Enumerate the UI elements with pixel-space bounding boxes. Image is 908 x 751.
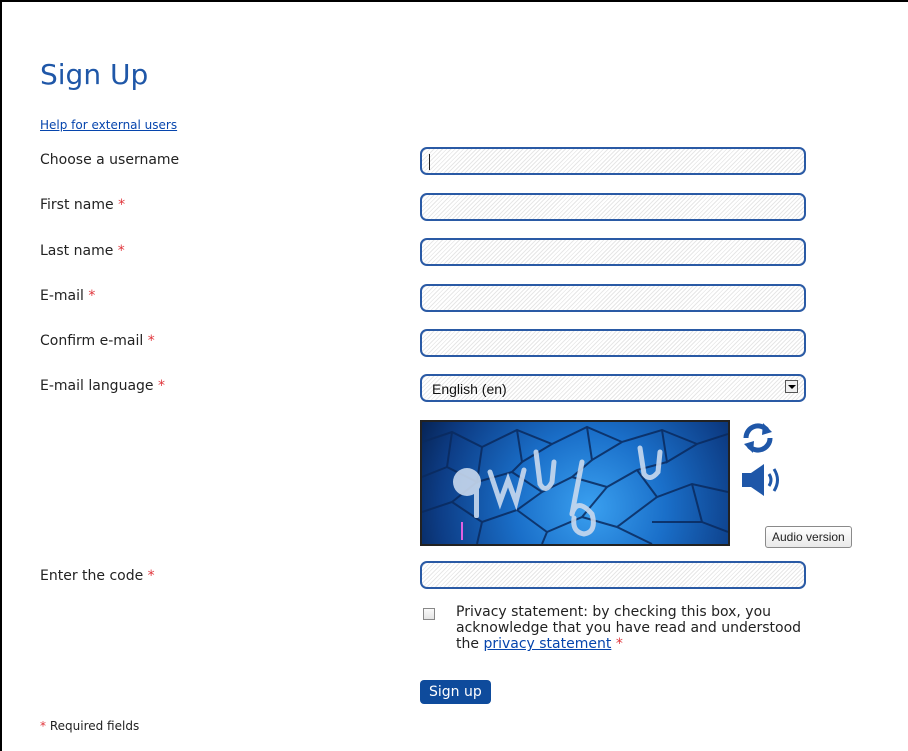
required-marker: * bbox=[118, 197, 126, 213]
required-marker: * bbox=[117, 243, 125, 259]
captcha-image bbox=[420, 420, 730, 546]
required-fields-note: * Required fields bbox=[40, 719, 140, 733]
captcha-pattern bbox=[422, 425, 728, 544]
refresh-icon[interactable] bbox=[740, 420, 776, 456]
required-marker: * bbox=[157, 378, 165, 394]
code-input[interactable] bbox=[420, 561, 806, 589]
email-language-value: English (en) bbox=[432, 381, 507, 397]
help-link[interactable]: Help for external users bbox=[40, 118, 177, 132]
first-name-label: First name * bbox=[40, 197, 126, 213]
code-label: Enter the code * bbox=[40, 568, 155, 584]
required-marker: * bbox=[40, 719, 46, 733]
page-title: Sign Up bbox=[40, 58, 149, 91]
username-input[interactable] bbox=[420, 147, 806, 175]
email-label: E-mail * bbox=[40, 288, 96, 304]
sign-up-button[interactable]: Sign up bbox=[420, 680, 491, 704]
username-label: Choose a username bbox=[40, 152, 180, 168]
email-input[interactable] bbox=[420, 284, 806, 312]
chevron-down-icon[interactable] bbox=[785, 380, 798, 393]
required-marker: * bbox=[615, 636, 623, 652]
confirm-email-label: Confirm e-mail * bbox=[40, 333, 155, 349]
required-marker: * bbox=[88, 288, 96, 304]
last-name-input[interactable] bbox=[420, 238, 806, 266]
email-language-label: E-mail language * bbox=[40, 378, 165, 394]
privacy-statement: Privacy statement: by checking this box,… bbox=[456, 604, 802, 652]
email-language-select[interactable]: English (en) bbox=[420, 374, 806, 402]
required-marker: * bbox=[147, 568, 155, 584]
required-marker: * bbox=[147, 333, 155, 349]
privacy-checkbox[interactable] bbox=[423, 608, 435, 620]
last-name-label: Last name * bbox=[40, 243, 125, 259]
first-name-input[interactable] bbox=[420, 193, 806, 221]
confirm-email-input[interactable] bbox=[420, 329, 806, 357]
text-caret bbox=[429, 154, 430, 170]
audio-version-button[interactable]: Audio version bbox=[765, 526, 852, 548]
speaker-icon[interactable] bbox=[740, 462, 786, 498]
privacy-statement-link[interactable]: privacy statement bbox=[483, 636, 611, 652]
